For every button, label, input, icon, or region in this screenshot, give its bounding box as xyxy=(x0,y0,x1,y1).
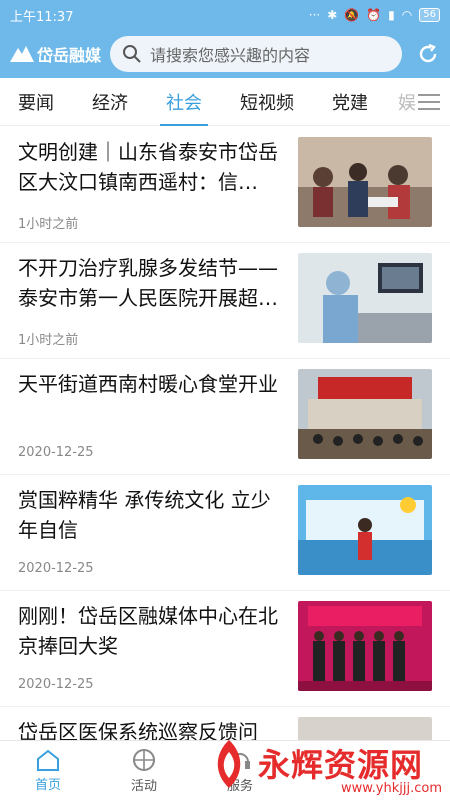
top-bar: 岱岳融媒 请搜索您感兴趣的内容 xyxy=(0,30,450,78)
watermark: 永辉资源网 www.yhkjjj.com xyxy=(200,725,450,800)
dots-icon: ··· xyxy=(308,8,321,22)
mute-icon: 🔕 xyxy=(344,8,360,22)
news-item[interactable]: 天平街道西南村暖心食堂开业 2020-12-25 xyxy=(0,359,450,475)
nav-home[interactable]: 首页 xyxy=(0,741,96,800)
mountain-icon xyxy=(10,46,34,62)
news-thumbnail xyxy=(298,253,432,343)
news-item[interactable]: 不开刀治疗乳腺多发结节——泰安市第一人民医院开展超… 1小时之前 xyxy=(0,243,450,359)
tab-yule[interactable]: 娱 xyxy=(398,78,416,126)
basketball-icon xyxy=(133,749,155,771)
app-logo: 岱岳融媒 xyxy=(10,42,110,66)
news-time: 2020-12-25 xyxy=(18,561,94,576)
watermark-url: www.yhkjjj.com xyxy=(340,781,442,796)
tab-short-video[interactable]: 短视频 xyxy=(240,78,294,126)
news-time: 1小时之前 xyxy=(18,217,79,232)
category-tabs: 要闻 经济 社会 短视频 党建 娱 xyxy=(0,78,450,126)
status-icons: ··· ✱ 🔕 ⏰ ▮ ◠ 56 xyxy=(309,8,440,22)
tab-jingji[interactable]: 经济 xyxy=(92,78,128,126)
news-time: 2020-12-25 xyxy=(18,445,94,460)
nav-label: 活动 xyxy=(130,779,157,794)
tab-shehui[interactable]: 社会 xyxy=(160,78,208,126)
news-item[interactable]: 赏国粹精华 承传统文化 立少年自信 2020-12-25 xyxy=(0,475,450,591)
bluetooth-icon: ✱ xyxy=(327,8,338,22)
search-icon xyxy=(123,45,141,63)
app-header: 上午11:37 ··· ✱ 🔕 ⏰ ▮ ◠ 56 岱岳融媒 请搜索您感兴趣的内容 xyxy=(0,0,450,78)
search-input[interactable]: 请搜索您感兴趣的内容 xyxy=(110,36,402,72)
news-thumbnail xyxy=(298,601,432,691)
channel-menu-icon[interactable] xyxy=(416,90,442,114)
news-title: 不开刀治疗乳腺多发结节——泰安市第一人民医院开展超… xyxy=(18,256,278,310)
watermark-logo-icon xyxy=(217,739,241,788)
news-thumbnail xyxy=(298,137,432,227)
nav-activity[interactable]: 活动 xyxy=(96,741,192,800)
watermark-text: 永辉资源网 xyxy=(258,745,424,784)
news-title: 赏国粹精华 承传统文化 立少年自信 xyxy=(18,488,271,542)
status-time: 上午11:37 xyxy=(10,9,74,25)
news-list: 文明创建｜山东省泰安市岱岳区大汶口镇南西遥村：信… 1小时之前 不开刀治疗乳腺多… xyxy=(0,127,450,800)
battery-icon: 56 xyxy=(419,8,440,22)
news-title: 天平街道西南村暖心食堂开业 xyxy=(18,372,278,396)
news-time: 1小时之前 xyxy=(18,333,79,348)
refresh-icon xyxy=(419,43,437,63)
news-thumbnail xyxy=(298,485,432,575)
news-item[interactable]: 文明创建｜山东省泰安市岱岳区大汶口镇南西遥村：信… 1小时之前 xyxy=(0,127,450,243)
tab-yaowen[interactable]: 要闻 xyxy=(18,78,54,126)
news-title: 刚刚！岱岳区融媒体中心在北京捧回大奖 xyxy=(18,604,278,658)
wifi-icon: ◠ xyxy=(401,8,413,22)
news-time: 2020-12-25 xyxy=(18,677,94,692)
status-bar: 上午11:37 ··· ✱ 🔕 ⏰ ▮ ◠ 56 xyxy=(0,0,450,30)
tab-dangjian[interactable]: 党建 xyxy=(332,78,368,126)
refresh-button[interactable] xyxy=(414,40,442,68)
signal-icon: ▮ xyxy=(388,8,395,22)
home-icon xyxy=(37,749,59,771)
alarm-icon: ⏰ xyxy=(366,8,382,22)
app-name: 岱岳融媒 xyxy=(37,46,102,65)
news-title: 文明创建｜山东省泰安市岱岳区大汶口镇南西遥村：信… xyxy=(18,140,278,194)
search-placeholder: 请搜索您感兴趣的内容 xyxy=(150,46,311,65)
news-thumbnail xyxy=(298,369,432,459)
nav-label: 首页 xyxy=(34,778,61,793)
news-item[interactable]: 刚刚！岱岳区融媒体中心在北京捧回大奖 2020-12-25 xyxy=(0,591,450,707)
